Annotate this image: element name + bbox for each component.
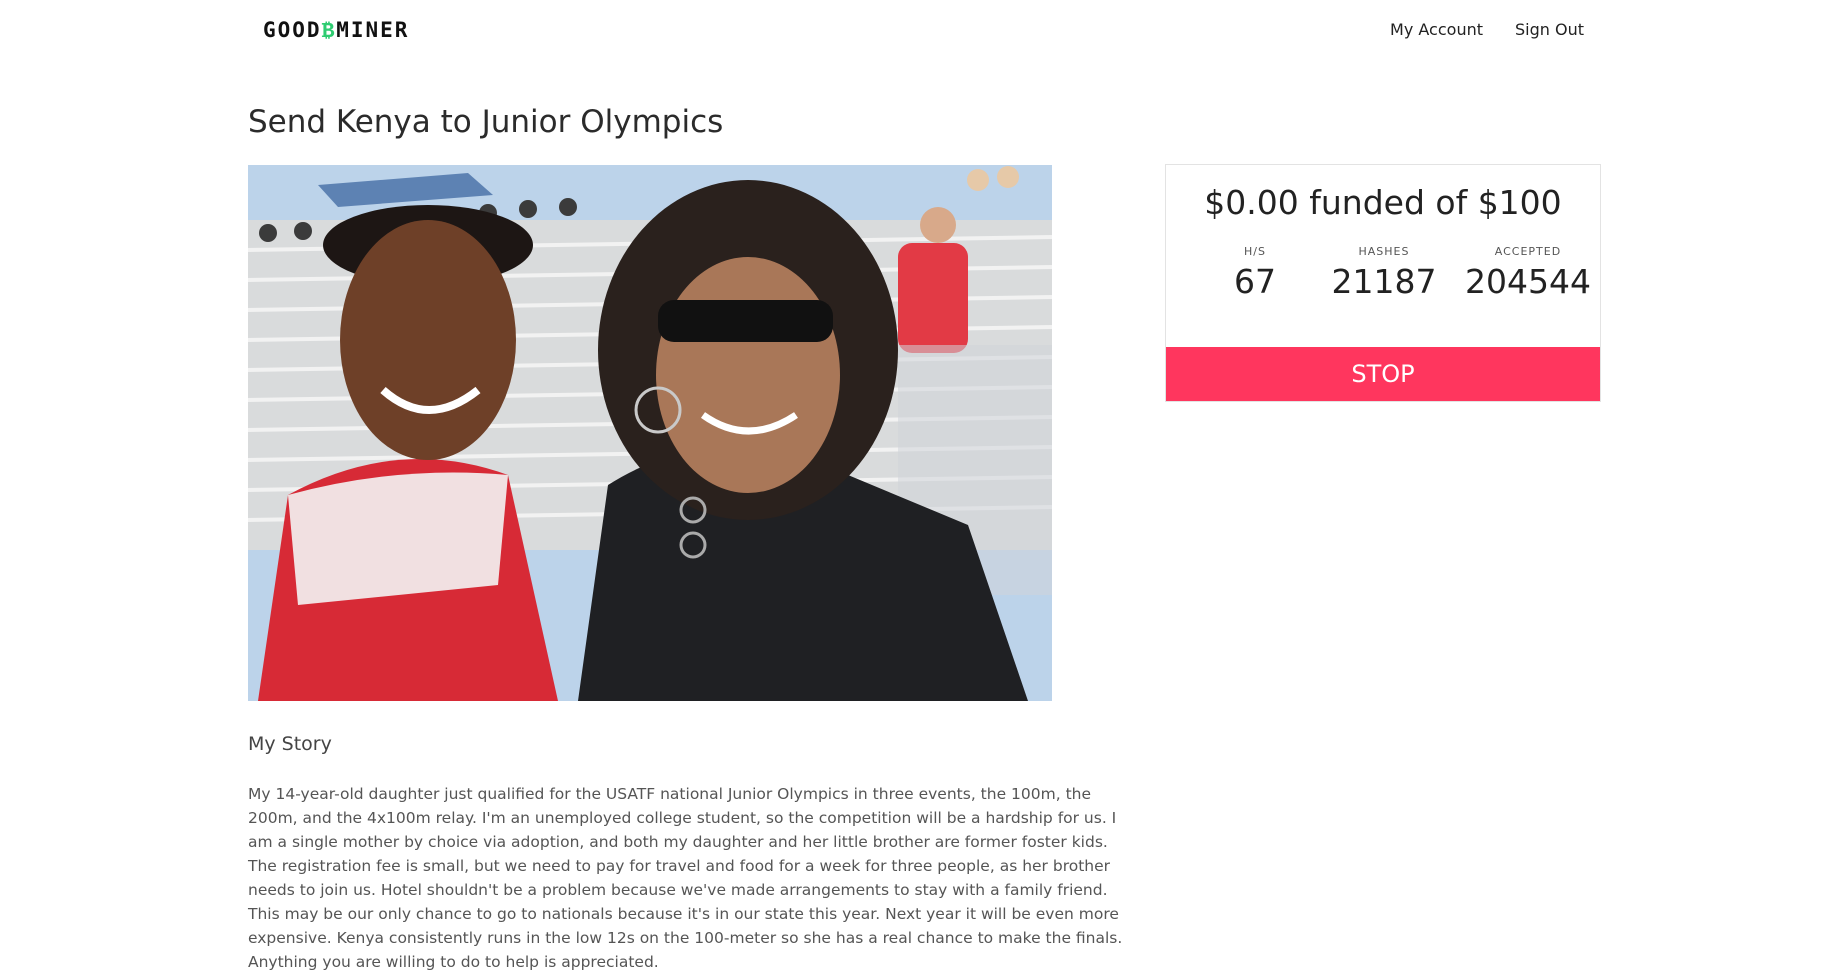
stop-button[interactable]: STOP (1166, 347, 1600, 401)
my-account-link[interactable]: My Account (1390, 20, 1483, 39)
funded-amount: $0.00 funded of $100 (1204, 183, 1562, 222)
hashes-value: 21187 (1331, 262, 1437, 301)
hashes-label: HASHES (1358, 245, 1410, 258)
story-text: My 14-year-old daughter just qualified f… (248, 785, 1123, 971)
hashrate-value: 67 (1234, 262, 1276, 301)
bitcoin-icon: ₿ (321, 18, 337, 42)
page-title: Send Kenya to Junior Olympics (248, 104, 724, 140)
photo-illustration (248, 165, 1052, 701)
navbar: GOOD₿MINER My Account Sign Out (0, 0, 1837, 62)
logo-prefix: GOOD (263, 18, 322, 42)
accepted-value: 204544 (1465, 262, 1591, 301)
hashrate-stat: H/S 67 (1185, 245, 1325, 301)
accepted-label: ACCEPTED (1494, 245, 1562, 258)
accepted-stat: ACCEPTED 204544 (1458, 245, 1598, 301)
story-heading: My Story (248, 733, 332, 755)
logo[interactable]: GOOD₿MINER (263, 18, 409, 44)
hashrate-label: H/S (1244, 245, 1266, 258)
logo-suffix: MINER (336, 18, 410, 42)
sign-out-link[interactable]: Sign Out (1515, 20, 1584, 39)
hashes-stat: HASHES 21187 (1314, 245, 1454, 301)
campaign-photo (248, 165, 1052, 701)
nav-links: My Account Sign Out (1390, 20, 1584, 39)
funding-card: $0.00 funded of $100 H/S 67 HASHES 21187… (1165, 164, 1601, 402)
